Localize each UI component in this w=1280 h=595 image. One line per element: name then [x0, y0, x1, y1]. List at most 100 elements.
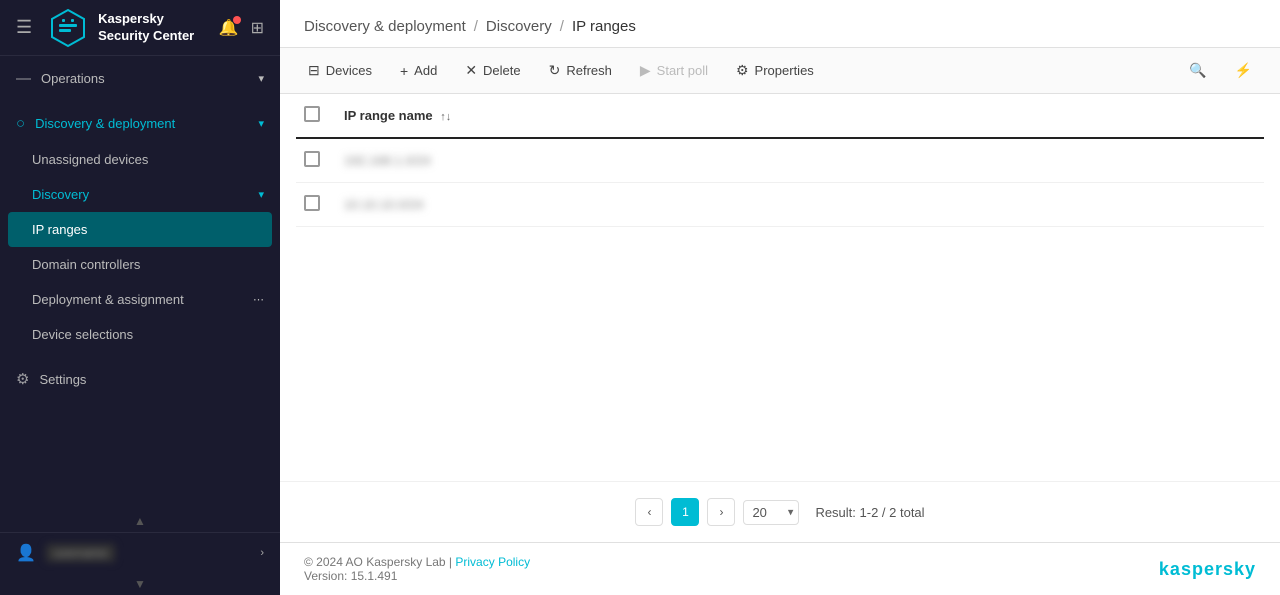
sidebar-header: ☰ Kaspersky Security Center 🔔 ⊞: [0, 0, 280, 56]
footer-left: © 2024 AO Kaspersky Lab | Privacy Policy…: [304, 555, 530, 583]
sidebar-item-domain-controllers[interactable]: Domain controllers: [0, 247, 280, 282]
prev-page-button[interactable]: ‹: [635, 498, 663, 526]
result-count: Result: 1-2 / 2 total: [815, 505, 924, 520]
filter-button[interactable]: ⚡: [1223, 56, 1264, 85]
discovery-icon: ○: [16, 115, 25, 132]
hamburger-icon[interactable]: ☰: [16, 17, 32, 38]
next-icon: ›: [719, 505, 723, 519]
prev-icon: ‹: [647, 505, 651, 519]
start-poll-button[interactable]: ▶ Start poll: [628, 56, 720, 85]
select-all-checkbox[interactable]: [304, 106, 320, 122]
per-page-select-wrap[interactable]: 10 20 50 100: [743, 500, 799, 525]
dots-icon: ⋯: [253, 293, 264, 306]
nav-section-discovery: ○ Discovery & deployment ▾ Unassigned de…: [0, 101, 280, 356]
nav-section-settings: ⚙ Settings: [0, 356, 280, 402]
breadcrumb-discovery[interactable]: Discovery: [486, 18, 552, 35]
devices-button[interactable]: ⊟ Devices: [296, 56, 384, 85]
sidebar-item-discovery-deployment[interactable]: ○ Discovery & deployment ▾: [0, 105, 280, 142]
delete-button[interactable]: ✕ Delete: [453, 56, 532, 85]
table-header-row: IP range name ↑↓: [296, 94, 1264, 138]
breadcrumb-ip-ranges: IP ranges: [572, 18, 636, 35]
ip-range-name-cell: 10.10.10.0/24: [336, 183, 1264, 227]
properties-button[interactable]: ⚙ Properties: [724, 56, 826, 85]
table-row[interactable]: 10.10.10.0/24: [296, 183, 1264, 227]
chevron-down-icon: ▾: [258, 117, 264, 130]
scroll-down-area: ▼: [0, 573, 280, 595]
sidebar-item-label: Domain controllers: [32, 257, 140, 272]
chevron-down-icon: ▾: [258, 188, 264, 201]
search-icon: 🔍: [1189, 62, 1206, 79]
user-chevron-icon[interactable]: ›: [260, 547, 264, 559]
ip-ranges-table: IP range name ↑↓ 192.168.1.0/24: [296, 94, 1264, 227]
table-container: IP range name ↑↓ 192.168.1.0/24: [280, 94, 1280, 481]
sidebar-nav: — Operations ▾ ○ Discovery & deployment …: [0, 56, 280, 510]
devices-icon: ⊟: [308, 62, 320, 79]
version-text: Version: 15.1.491: [304, 569, 397, 583]
app-logo: [48, 8, 88, 48]
copyright-text: © 2024 AO Kaspersky Lab |: [304, 555, 452, 569]
row-checkbox-cell[interactable]: [296, 138, 336, 183]
page-number: 1: [682, 505, 689, 519]
select-all-header[interactable]: [296, 94, 336, 138]
per-page-select[interactable]: 10 20 50 100: [743, 500, 799, 525]
page-footer: © 2024 AO Kaspersky Lab | Privacy Policy…: [280, 542, 1280, 595]
kaspersky-logo: kaspersky: [1159, 559, 1256, 580]
sidebar: ☰ Kaspersky Security Center 🔔 ⊞: [0, 0, 280, 595]
sidebar-item-deployment-assignment[interactable]: Deployment & assignment ⋯: [0, 282, 280, 317]
notification-dot: [233, 16, 241, 24]
ip-range-value: 192.168.1.0/24: [344, 153, 431, 168]
notification-icon[interactable]: 🔔: [219, 18, 239, 38]
sidebar-item-label: Deployment & assignment: [32, 292, 184, 307]
refresh-button[interactable]: ↻ Refresh: [537, 56, 624, 85]
sidebar-item-label: Settings: [39, 372, 86, 387]
breadcrumb-discovery-deployment[interactable]: Discovery & deployment: [304, 18, 466, 35]
page-1-button[interactable]: 1: [671, 498, 699, 526]
row-checkbox[interactable]: [304, 195, 320, 211]
search-button[interactable]: 🔍: [1177, 56, 1218, 85]
scroll-up-icon[interactable]: ▲: [134, 514, 146, 528]
row-checkbox[interactable]: [304, 151, 320, 167]
devices-label: Devices: [326, 63, 372, 78]
scroll-controls: ▲: [0, 510, 280, 532]
sidebar-item-settings[interactable]: ⚙ Settings: [0, 360, 280, 398]
sidebar-item-operations[interactable]: — Operations ▾: [0, 60, 280, 97]
settings-icon: ⚙: [16, 370, 29, 388]
sidebar-item-device-selections[interactable]: Device selections: [0, 317, 280, 352]
add-label: Add: [414, 63, 437, 78]
sidebar-item-label: Discovery & deployment: [35, 116, 175, 131]
gear-icon: ⚙: [736, 62, 749, 79]
sort-icon: ↑↓: [440, 111, 451, 123]
add-button[interactable]: + Add: [388, 57, 449, 85]
sidebar-item-ip-ranges[interactable]: IP ranges: [8, 212, 272, 247]
properties-label: Properties: [755, 63, 814, 78]
toolbar-right: 🔍 ⚡: [1177, 56, 1264, 85]
sidebar-item-unassigned-devices[interactable]: Unassigned devices: [0, 142, 280, 177]
row-checkbox-cell[interactable]: [296, 183, 336, 227]
refresh-label: Refresh: [566, 63, 612, 78]
ip-range-name-cell: 192.168.1.0/24: [336, 138, 1264, 183]
add-icon: +: [400, 63, 408, 79]
start-poll-label: Start poll: [657, 63, 708, 78]
delete-label: Delete: [483, 63, 521, 78]
breadcrumb: Discovery & deployment / Discovery / IP …: [280, 0, 1280, 48]
table-row[interactable]: 192.168.1.0/24: [296, 138, 1264, 183]
user-icon: 👤: [16, 543, 36, 563]
sidebar-item-label: Operations: [41, 71, 105, 86]
refresh-icon: ↻: [549, 62, 561, 79]
ip-range-value: 10.10.10.0/24: [344, 197, 424, 212]
app-title: Kaspersky Security Center: [98, 11, 194, 45]
privacy-policy-link[interactable]: Privacy Policy: [455, 555, 530, 569]
play-icon: ▶: [640, 62, 651, 79]
next-page-button[interactable]: ›: [707, 498, 735, 526]
layout-icon[interactable]: ⊞: [251, 18, 264, 38]
operations-icon: —: [16, 70, 31, 87]
breadcrumb-sep-1: /: [474, 18, 478, 35]
filter-icon: ⚡: [1235, 62, 1252, 79]
delete-icon: ✕: [465, 62, 477, 79]
scroll-down-icon[interactable]: ▼: [134, 577, 146, 591]
ip-range-name-header[interactable]: IP range name ↑↓: [336, 94, 1264, 138]
pagination: ‹ 1 › 10 20 50 100 Result: 1-2 / 2 total: [280, 481, 1280, 542]
sidebar-item-label: Unassigned devices: [32, 152, 148, 167]
chevron-down-icon: ▾: [258, 72, 264, 85]
sidebar-item-discovery[interactable]: Discovery ▾: [0, 177, 280, 212]
